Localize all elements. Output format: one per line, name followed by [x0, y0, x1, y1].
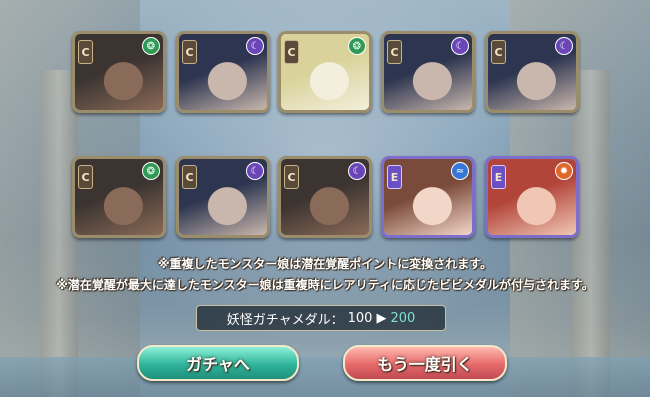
result-card[interactable]: C ❂ [72, 31, 166, 113]
medal-new-value: 200 [390, 310, 416, 326]
dark-attribute-icon: ☾ [348, 162, 366, 180]
go-to-gacha-button[interactable]: ガチャへ [137, 345, 299, 381]
rarity-badge: C [182, 165, 197, 189]
dark-attribute-icon: ☾ [555, 37, 573, 55]
result-card[interactable]: E ✹ [485, 156, 579, 238]
medal-counter: 妖怪ガチャメダル： 100 ▶ 200 [196, 305, 446, 331]
rarity-badge: C [284, 40, 299, 64]
medal-label: 妖怪ガチャメダル： [226, 312, 344, 328]
wind-attribute-icon: ❂ [142, 37, 160, 55]
wind-attribute-icon: ❂ [142, 162, 160, 180]
rarity-badge: E [491, 165, 506, 189]
rarity-badge: C [387, 40, 402, 64]
dark-attribute-icon: ☾ [246, 37, 264, 55]
rarity-badge: C [78, 165, 93, 189]
draw-again-button[interactable]: もう一度引く [343, 345, 507, 381]
rarity-badge: C [284, 165, 299, 189]
medal-old-value: 100 [347, 310, 373, 326]
result-card[interactable]: C ❂ [278, 31, 372, 113]
result-card[interactable]: E ≈ [381, 156, 475, 238]
result-card[interactable]: C ☾ [176, 156, 270, 238]
dark-attribute-icon: ☾ [246, 162, 264, 180]
water-attribute-icon: ≈ [451, 162, 469, 180]
result-card[interactable]: C ☾ [485, 31, 579, 113]
result-card[interactable]: C ☾ [176, 31, 270, 113]
floor [0, 357, 650, 397]
arrow-icon: ▶ [376, 310, 387, 326]
note-duplicate: ※重複したモンスター娘は潜在覚醒ポイントに変換されます。 [157, 257, 493, 271]
dark-attribute-icon: ☾ [451, 37, 469, 55]
result-card[interactable]: C ☾ [278, 156, 372, 238]
rarity-badge: C [182, 40, 197, 64]
wind-attribute-icon: ❂ [348, 37, 366, 55]
result-card[interactable]: C ❂ [72, 156, 166, 238]
fire-attribute-icon: ✹ [555, 162, 573, 180]
note-max-awaken: ※潜在覚醒が最大に達したモンスター娘は重複時にレアリティに応じたビビメダルが付与… [56, 278, 594, 292]
rarity-badge: E [387, 165, 402, 189]
rarity-badge: C [491, 40, 506, 64]
result-card[interactable]: C ☾ [381, 31, 475, 113]
rarity-badge: C [78, 40, 93, 64]
